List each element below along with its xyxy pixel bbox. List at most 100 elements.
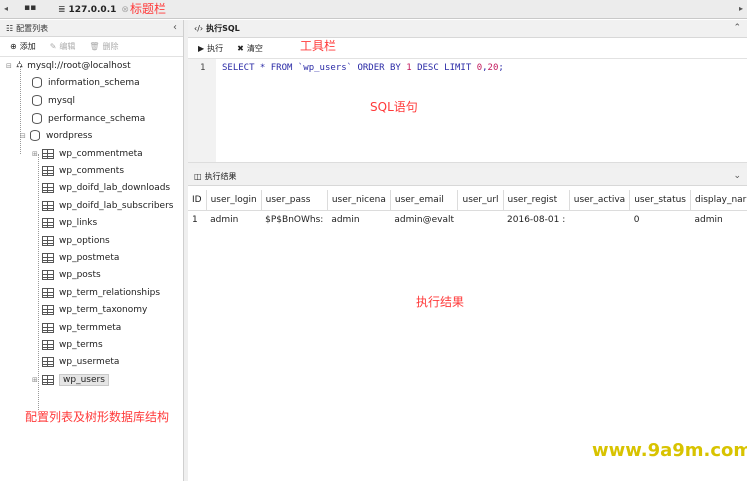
clear-button[interactable]: ✖ 清空 [237, 43, 263, 54]
tree-table-item[interactable]: wp_doifd_lab_subscribers [32, 197, 174, 214]
column-header[interactable]: user_regist [503, 190, 570, 211]
scroll-left-icon[interactable]: ◂ [4, 4, 8, 13]
database-icon [32, 77, 42, 88]
collapse-panel-icon[interactable]: ‹ [173, 22, 177, 33]
sql-editor[interactable]: 1 SELECT * FROM `wp_users` ORDER BY 1 DE… [188, 59, 747, 162]
grid-menu-icon[interactable]: ▪▪ [24, 3, 36, 13]
tree-table-item[interactable]: wp_comments [32, 162, 124, 179]
sql-header: ‹/› 执行SQL ⌃ [188, 20, 747, 38]
expand-icon[interactable]: ⊞ [32, 150, 39, 158]
add-label: 添加 [19, 42, 36, 51]
chevron-up-icon[interactable]: ⌃ [733, 23, 741, 33]
delete-label: 删除 [102, 42, 119, 51]
annotation-toolbar: 工具栏 [300, 39, 337, 53]
run-label: 执行 [207, 43, 224, 53]
list-icon: ☷ [6, 23, 14, 33]
column-header[interactable]: user_status [629, 190, 691, 211]
table-cell[interactable]: admin@evalt [390, 210, 458, 230]
expand-icon[interactable]: ⊞ [32, 376, 39, 384]
table-icon [42, 322, 54, 333]
table-icon [42, 357, 54, 368]
edit-label: 编辑 [59, 42, 76, 51]
table-cell[interactable] [458, 210, 503, 230]
table-cell[interactable]: 1 [188, 210, 206, 230]
table-icon [42, 287, 54, 298]
tree-table-item[interactable]: wp_options [32, 232, 110, 249]
table-cell[interactable]: 2016-08-01 : [503, 210, 569, 230]
tree-table-item[interactable]: wp_terms [32, 336, 103, 353]
db-label: wordpress [46, 130, 93, 141]
annotation-tree: 配置列表及树形数据库结构 [25, 410, 170, 424]
column-header[interactable]: user_login [206, 190, 262, 211]
tree-table-item[interactable]: wp_termmeta [32, 319, 121, 336]
table-icon [42, 183, 54, 194]
table-label: wp_posts [59, 270, 101, 281]
tree-table-item[interactable]: wp_doifd_lab_downloads [32, 180, 170, 197]
table-cell[interactable] [569, 210, 629, 230]
result-table: ID user_login user_pass user_nicena user_ema… [188, 190, 747, 230]
table-header-row: ID user_login user_pass user_nicena user_ema… [188, 190, 747, 211]
tree-db-performance-schema[interactable]: performance_schema [32, 110, 145, 127]
tree-table-item[interactable]: ⊞ wp_users [32, 371, 109, 388]
db-label: information_schema [48, 77, 140, 88]
database-icon [30, 130, 40, 141]
result-icon: ◫ [194, 172, 202, 181]
table-icon [42, 305, 54, 316]
tree-db-mysql[interactable]: mysql [32, 92, 75, 109]
tree-connection[interactable]: ⊟ ⛼ mysql://root@localhost [6, 57, 131, 74]
tree-table-item[interactable]: wp_posts [32, 267, 101, 284]
table-label: wp_postmeta [59, 252, 120, 263]
delete-button[interactable]: 🗑 删除 [89, 41, 118, 52]
play-icon: ▶ [198, 43, 205, 53]
collapse-icon[interactable]: ⊟ [6, 62, 13, 70]
tree-db-wordpress[interactable]: ⊟ wordpress [20, 127, 92, 144]
tree-table-item[interactable]: ⊞ wp_commentmeta [32, 145, 143, 162]
table-icon [42, 165, 54, 176]
table-icon [42, 374, 54, 385]
database-icon: ≣ [58, 4, 66, 15]
db-label: mysql [48, 95, 75, 106]
edit-button[interactable]: ✎ 编辑 [50, 41, 76, 52]
tree-table-item[interactable]: wp_term_relationships [32, 284, 160, 301]
table-cell[interactable]: admin [327, 210, 390, 230]
tree-table-item[interactable]: wp_usermeta [32, 354, 119, 371]
table-label: wp_doifd_lab_subscribers [59, 200, 174, 211]
scroll-right-icon[interactable]: ▸ [739, 4, 743, 13]
column-header[interactable]: user_activa [569, 190, 631, 211]
connection-icon: ⛼ [16, 60, 24, 70]
collapse-icon[interactable]: ⊟ [20, 132, 27, 140]
column-header[interactable]: user_pass [261, 190, 328, 211]
table-cell[interactable]: 0 [630, 210, 691, 230]
table-icon [42, 218, 54, 229]
table-icon [42, 148, 54, 159]
table-row[interactable]: 1 admin $P$BnOWhs: admin admin@evalt 2016-08-… [188, 210, 747, 230]
column-header[interactable]: user_url [457, 190, 504, 211]
annotation-sql: SQL语句 [370, 100, 418, 114]
sql-statement[interactable]: SELECT * FROM `wp_users` ORDER BY 1 DESC… [222, 63, 504, 73]
add-button[interactable]: ⊕ 添加 [10, 41, 36, 52]
column-header[interactable]: display_nar [690, 190, 747, 211]
tab-bar: ◂ ▪▪ ≣ 127.0.0.1 ⊗ ▸ [0, 0, 747, 19]
tree-table-item[interactable]: wp_links [32, 215, 97, 232]
run-button[interactable]: ▶ 执行 [198, 43, 223, 54]
result-header: ◫ 执行结果 ⌄ [188, 168, 747, 186]
connection-tab[interactable]: ≣ 127.0.0.1 ⊗ [58, 2, 129, 17]
config-list-title: 配置列表 [16, 23, 49, 33]
column-header[interactable]: user_nicena [327, 190, 391, 211]
table-cell[interactable]: admin [206, 210, 261, 230]
table-cell[interactable]: $P$BnOWhs: [261, 210, 327, 230]
close-tab-icon[interactable]: ⊗ [121, 5, 129, 15]
column-header[interactable]: user_email [390, 190, 459, 211]
tree-table-item[interactable]: wp_postmeta [32, 249, 119, 266]
database-icon [32, 95, 42, 106]
tree-db-information-schema[interactable]: information_schema [32, 74, 140, 91]
chevron-down-icon[interactable]: ⌄ [733, 171, 741, 181]
column-header[interactable]: ID [188, 190, 207, 211]
sql-part: ; [498, 63, 504, 73]
sql-number: 20 [487, 63, 499, 73]
db-label: performance_schema [48, 113, 146, 124]
tab-title: 127.0.0.1 [68, 4, 117, 15]
result-title: 执行结果 [204, 172, 237, 181]
tree-table-item[interactable]: wp_term_taxonomy [32, 302, 147, 319]
table-cell[interactable]: admin [691, 210, 747, 230]
